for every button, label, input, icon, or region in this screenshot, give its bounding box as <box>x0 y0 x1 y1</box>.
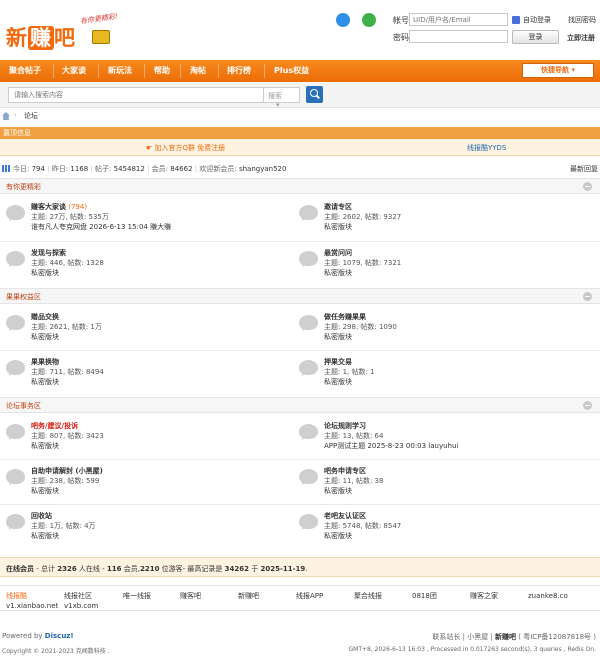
collapse-icon[interactable] <box>583 292 592 301</box>
home-icon[interactable] <box>2 112 10 120</box>
render-info: GMT+8, 2026-6-13 16:03 , Processed in 0.… <box>348 646 596 653</box>
forum-bubble-icon <box>6 360 25 375</box>
footer: Powered by Discuz! Copyright © 2021-2023… <box>2 632 596 655</box>
collapse-icon[interactable] <box>583 182 592 191</box>
forum-item[interactable]: 吧务申请专区 主题: 11, 帖数: 38 私密版块 <box>299 466 589 506</box>
category-header: 有你更精彩 <box>0 178 600 194</box>
forum-item[interactable]: 老吧友认证区 主题: 5748, 帖数: 8547 私密版块 <box>299 511 589 551</box>
category-header: 果果权益区 <box>0 288 600 304</box>
forum-item[interactable]: 论坛规则学习 主题: 13, 帖数: 64 APP测试主题 2025-8-23 … <box>299 421 589 461</box>
friend-link[interactable]: 线报APP <box>296 591 323 601</box>
chevron-down-icon: ▾ <box>276 101 280 109</box>
friend-link[interactable]: zuanke8.co <box>528 591 568 601</box>
forgot-password-link[interactable]: 找回密码 <box>568 15 596 25</box>
search-button[interactable] <box>306 86 323 103</box>
search-type-select[interactable]: 搜索 ▾ <box>264 87 300 109</box>
auto-login-checkbox[interactable]: 自动登录 <box>512 15 551 25</box>
friend-link[interactable]: 线报社区 v1xb.com <box>64 591 98 611</box>
main-nav: 聚合帖子 大家谈 新玩法 帮助 淘帖 排行榜 Plus权益 <box>0 60 600 82</box>
register-link[interactable]: 立即注册 <box>567 33 595 43</box>
friendly-links: 线报酷 v1.xianbao.net 线报社区 v1xb.com 唯一线报 赚客… <box>0 585 600 611</box>
forum-bubble-icon <box>299 360 318 375</box>
friend-link[interactable]: 线报酷 v1.xianbao.net <box>6 591 58 611</box>
blackroom-link[interactable]: 小黑屋 <box>467 633 488 641</box>
account-input[interactable] <box>409 13 508 26</box>
forum-bubble-icon <box>299 424 318 439</box>
forum-item[interactable]: 发现与探索 主题: 446, 帖数: 1328 私密版块 <box>6 248 296 288</box>
discuz-link[interactable]: Discuz! <box>45 632 74 640</box>
forum-stats: 今日: 794 | 昨日: 1168 | 帖子: 5454812 | 会员: 8… <box>0 163 600 175</box>
online-members-label[interactable]: 在线会员 <box>6 565 34 573</box>
qq-login-icon[interactable] <box>336 13 350 27</box>
forum-bubble-icon <box>6 251 25 266</box>
copyright: Copyright © 2021-2023 克闻数科技 . <box>2 648 110 655</box>
header: 新赚吧 有你更精彩! 帐号 密码 自动登录 找回密码 登录 立即注册 <box>0 0 600 60</box>
contact-admin-link[interactable]: 联系站长 <box>432 633 460 641</box>
friend-link[interactable]: 新赚吧 <box>238 591 259 601</box>
checkbox-icon[interactable] <box>512 16 520 24</box>
forum-item[interactable]: 赚客大家谈 (794) 主题: 27万, 帖数: 535万 谁有凡人夸克网盘 2… <box>6 202 296 242</box>
nav-item-ranking[interactable]: 排行榜 <box>227 60 251 82</box>
site-logo[interactable]: 新赚吧 有你更精彩! <box>6 12 126 54</box>
forum-item[interactable]: 回收站 主题: 1万, 帖数: 4万 私密版块 <box>6 511 296 551</box>
friend-link[interactable]: 唯一线报 <box>123 591 151 601</box>
forum-bubble-icon <box>299 205 318 220</box>
latest-reply-link[interactable]: 最新回复 <box>570 164 598 174</box>
search-input[interactable] <box>8 87 264 103</box>
account-label: 帐号 <box>393 16 409 25</box>
icp-link[interactable]: ( 粤ICP备12087818号 ) <box>518 633 596 641</box>
forum-bubble-icon <box>299 514 318 529</box>
nav-item-discuss[interactable]: 大家谈 <box>62 60 86 82</box>
forum-item[interactable]: 吧务/建议/投诉 主题: 807, 帖数: 3423 私密版块 <box>6 421 296 461</box>
forum-bubble-icon <box>6 315 25 330</box>
forum-bubble-icon <box>299 469 318 484</box>
forum-item[interactable]: 自助申请解封 (小黑屋) 主题: 238, 帖数: 599 私密版块 <box>6 466 296 506</box>
quick-nav-button[interactable]: 快捷导航 ▾ <box>522 63 594 78</box>
login-button[interactable]: 登录 <box>512 30 559 44</box>
breadcrumb-separator-icon: › <box>14 111 17 119</box>
forum-bubble-icon <box>6 514 25 529</box>
breadcrumb: › 论坛 <box>0 110 600 124</box>
announcement-header: 置顶信息 <box>0 127 600 139</box>
forum-bubble-icon <box>6 205 25 220</box>
forum-item[interactable]: 果果换物 主题: 711, 帖数: 8494 私密版块 <box>6 357 296 397</box>
announcement-body: ☛ 加入官方Q群 免费注册 线报酷YYDS <box>0 139 600 156</box>
password-label: 密码 <box>393 33 409 42</box>
announcement-left-link[interactable]: ☛ 加入官方Q群 免费注册 <box>146 143 225 153</box>
nav-item-aggregate[interactable]: 聚合帖子 <box>9 60 41 82</box>
logo-gift-icon <box>92 30 110 44</box>
forum-bubble-icon <box>299 251 318 266</box>
announcement-right-link[interactable]: 线报酷YYDS <box>467 143 506 153</box>
nav-item-taotie[interactable]: 淘帖 <box>190 60 206 82</box>
nav-item-help[interactable]: 帮助 <box>154 60 170 82</box>
logo-slogan: 有你更精彩! <box>79 12 119 26</box>
online-members: 在线会员 - 总计 2326 人在线 - 116 会员,2210 位游客- 最高… <box>0 557 600 577</box>
site-name-link[interactable]: 新赚吧 <box>495 633 516 641</box>
friend-link[interactable]: 聚合线报 <box>354 591 382 601</box>
forum-bubble-icon <box>6 469 25 484</box>
stats-chart-icon <box>2 165 10 172</box>
friend-link[interactable]: 赚客吧 <box>180 591 201 601</box>
friend-link[interactable]: 赚客之家 <box>470 591 498 601</box>
collapse-icon[interactable] <box>583 401 592 410</box>
forum-item[interactable]: 做任务赚果果 主题: 298, 帖数: 1090 私密版块 <box>299 312 589 352</box>
friend-link[interactable]: 0818团 <box>412 591 437 601</box>
breadcrumb-current[interactable]: 论坛 <box>24 111 38 121</box>
forum-item[interactable]: 邀请专区 主题: 2602, 帖数: 9327 私密版块 <box>299 202 589 242</box>
new-member-link[interactable]: shangyan520 <box>239 165 286 173</box>
chevron-down-icon: ▾ <box>571 66 575 74</box>
password-input[interactable] <box>409 30 508 43</box>
forum-bubble-icon <box>299 315 318 330</box>
forum-item[interactable]: 押果交易 主题: 1, 帖数: 1 私密版块 <box>299 357 589 397</box>
forum-item[interactable]: 悬赏问问 主题: 1079, 帖数: 7321 私密版块 <box>299 248 589 288</box>
category-header: 论坛事务区 <box>0 397 600 413</box>
forum-bubble-icon <box>6 424 25 439</box>
forum-item[interactable]: 赠品交换 主题: 2621, 帖数: 1万 私密版块 <box>6 312 296 352</box>
nav-item-plus[interactable]: Plus权益 <box>274 60 309 82</box>
hand-pointer-icon: ☛ <box>146 144 153 152</box>
wechat-login-icon[interactable] <box>362 13 376 27</box>
nav-item-newplay[interactable]: 新玩法 <box>108 60 132 82</box>
